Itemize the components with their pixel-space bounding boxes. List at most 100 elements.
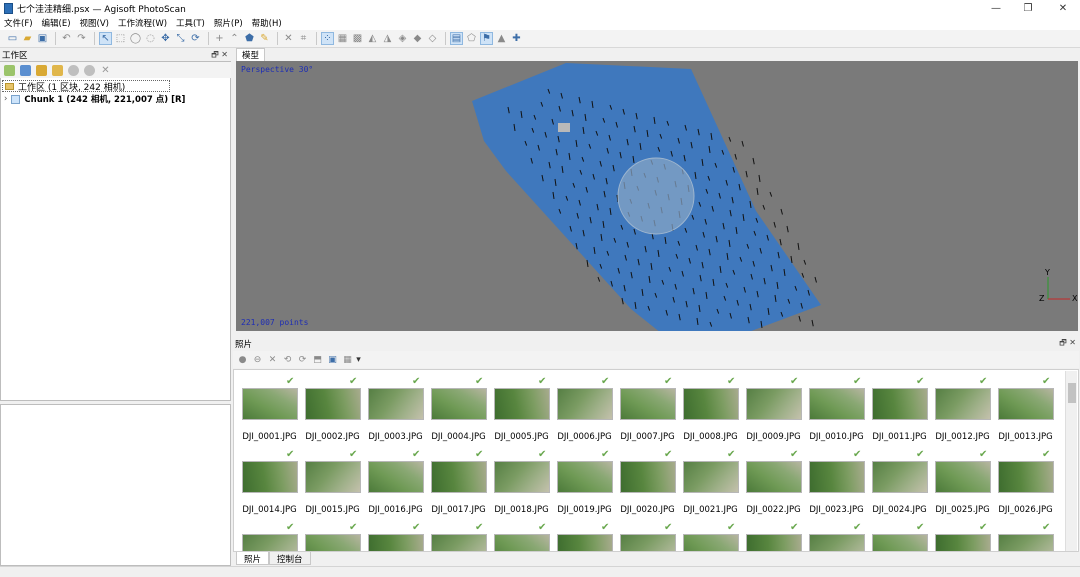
- photo-thumbnail[interactable]: [872, 461, 928, 493]
- add-chunk-icon[interactable]: [4, 64, 15, 76]
- photo-item[interactable]: ✔ DJI_0011.JPG: [868, 370, 931, 442]
- show-image-icon[interactable]: ▣: [327, 354, 338, 365]
- disable-photo-icon[interactable]: ⊖: [252, 354, 263, 365]
- free-select-icon[interactable]: ◌: [144, 32, 157, 45]
- photo-thumbnail[interactable]: [872, 534, 928, 551]
- marker-icon[interactable]: +: [213, 32, 226, 45]
- disable-icon[interactable]: [84, 64, 95, 76]
- wireframe-icon[interactable]: ◮: [381, 32, 394, 45]
- photo-item[interactable]: ✔ DJI_0012.JPG: [931, 370, 994, 442]
- menu-view[interactable]: 视图(V): [80, 17, 109, 29]
- photo-item[interactable]: ✔ DJI_0026.JPG: [994, 443, 1057, 515]
- photo-item[interactable]: ✔ DJI_0008.JPG: [679, 370, 742, 442]
- menu-photos[interactable]: 照片(P): [214, 17, 243, 29]
- open-icon[interactable]: ▰: [21, 32, 34, 45]
- remove-photo-icon[interactable]: ✕: [267, 354, 278, 365]
- photo-thumbnail[interactable]: [242, 461, 298, 493]
- photo-thumbnail[interactable]: [998, 388, 1054, 420]
- photo-item[interactable]: ✔ DJI_0004.JPG: [427, 370, 490, 442]
- remove-icon[interactable]: ✕: [100, 65, 111, 76]
- photo-thumbnail[interactable]: [557, 388, 613, 420]
- photo-thumbnail[interactable]: [494, 461, 550, 493]
- photo-thumbnail[interactable]: [683, 534, 739, 551]
- show-cameras-icon[interactable]: ▤: [450, 32, 463, 45]
- photo-item[interactable]: ✔: [805, 516, 868, 551]
- add-photos-icon[interactable]: [20, 64, 31, 76]
- undo-icon[interactable]: ↶: [60, 32, 73, 45]
- close-button[interactable]: ✕: [1046, 0, 1080, 16]
- menu-workflow[interactable]: 工作流程(W): [118, 17, 167, 29]
- photo-item[interactable]: ✔ DJI_0009.JPG: [742, 370, 805, 442]
- rectangle-select-icon[interactable]: ⬚: [114, 32, 127, 45]
- view-mode-dropdown-icon[interactable]: ▾: [353, 354, 364, 365]
- photo-thumbnail[interactable]: [368, 534, 424, 551]
- menu-edit[interactable]: 编辑(E): [42, 17, 71, 29]
- expand-chevron-icon[interactable]: ›: [4, 94, 7, 104]
- photo-thumbnail[interactable]: [557, 461, 613, 493]
- photo-item[interactable]: ✔ DJI_0018.JPG: [490, 443, 553, 515]
- photo-thumbnail[interactable]: [242, 534, 298, 551]
- photo-item[interactable]: ✔: [301, 516, 364, 551]
- photo-item[interactable]: ✔ DJI_0010.JPG: [805, 370, 868, 442]
- photo-item[interactable]: ✔: [742, 516, 805, 551]
- add-markers-icon[interactable]: [52, 64, 63, 76]
- photo-thumbnail[interactable]: [809, 388, 865, 420]
- photo-thumbnail[interactable]: [872, 388, 928, 420]
- photo-item[interactable]: ✔ DJI_0006.JPG: [553, 370, 616, 442]
- shape-icon[interactable]: ⬟: [243, 32, 256, 45]
- photo-thumbnail[interactable]: [305, 534, 361, 551]
- photo-item[interactable]: ✔ DJI_0017.JPG: [427, 443, 490, 515]
- photo-item[interactable]: ✔: [679, 516, 742, 551]
- draw-icon[interactable]: ✎: [258, 32, 271, 45]
- photo-thumbnail[interactable]: [809, 461, 865, 493]
- photo-thumbnail[interactable]: [935, 461, 991, 493]
- photo-thumbnail[interactable]: [746, 388, 802, 420]
- photo-item[interactable]: ✔ DJI_0014.JPG: [238, 443, 301, 515]
- show-markers-icon[interactable]: ⚑: [480, 32, 493, 45]
- photo-thumbnail[interactable]: [935, 534, 991, 551]
- add-folder-icon[interactable]: [36, 64, 47, 76]
- photo-item[interactable]: ✔: [553, 516, 616, 551]
- photo-item[interactable]: ✔ DJI_0023.JPG: [805, 443, 868, 515]
- tab-photos[interactable]: 照片: [236, 552, 270, 565]
- photo-thumbnail[interactable]: [305, 461, 361, 493]
- ruler-icon[interactable]: ⌃: [228, 32, 241, 45]
- menu-help[interactable]: 帮助(H): [252, 17, 282, 29]
- new-icon[interactable]: ▭: [6, 32, 19, 45]
- photo-item[interactable]: ✔ DJI_0005.JPG: [490, 370, 553, 442]
- photo-item[interactable]: ✔: [427, 516, 490, 551]
- photo-thumbnail[interactable]: [683, 388, 739, 420]
- photo-thumbnail[interactable]: [494, 534, 550, 551]
- photo-thumbnail[interactable]: [746, 534, 802, 551]
- photo-thumbnail[interactable]: [431, 461, 487, 493]
- point-cloud-icon[interactable]: ⁘: [321, 32, 334, 45]
- photo-thumbnail[interactable]: [242, 388, 298, 420]
- resize-region-icon[interactable]: ⤡: [174, 32, 187, 45]
- rotate-region-icon[interactable]: ⟳: [189, 32, 202, 45]
- navigation-icon[interactable]: ↖: [99, 32, 112, 45]
- show-shapes-icon[interactable]: ⬠: [465, 32, 478, 45]
- photo-item[interactable]: ✔ DJI_0007.JPG: [616, 370, 679, 442]
- photo-thumbnail[interactable]: [683, 461, 739, 493]
- photo-item[interactable]: ✔ DJI_0001.JPG: [238, 370, 301, 442]
- shaded-model-icon[interactable]: ▩: [351, 32, 364, 45]
- save-icon[interactable]: ▣: [36, 32, 49, 45]
- photo-item[interactable]: ✔ DJI_0025.JPG: [931, 443, 994, 515]
- dem-icon[interactable]: ◇: [426, 32, 439, 45]
- chunk-item[interactable]: › Chunk 1 (242 相机, 221,007 点) [R]: [4, 93, 185, 105]
- photo-thumbnail[interactable]: [305, 388, 361, 420]
- show-region-icon[interactable]: ▲: [495, 32, 508, 45]
- photo-item[interactable]: ✔: [364, 516, 427, 551]
- photo-thumbnail[interactable]: [368, 388, 424, 420]
- photo-item[interactable]: ✔ DJI_0024.JPG: [868, 443, 931, 515]
- menu-tools[interactable]: 工具(T): [176, 17, 205, 29]
- view-mode-icon[interactable]: ▦: [342, 354, 353, 365]
- photo-item[interactable]: ✔ DJI_0021.JPG: [679, 443, 742, 515]
- solid-model-icon[interactable]: ◭: [366, 32, 379, 45]
- photo-thumbnail[interactable]: [998, 461, 1054, 493]
- photo-item[interactable]: ✔ DJI_0015.JPG: [301, 443, 364, 515]
- photo-thumbnail[interactable]: [998, 534, 1054, 551]
- photo-thumbnail[interactable]: [935, 388, 991, 420]
- photo-item[interactable]: ✔ DJI_0016.JPG: [364, 443, 427, 515]
- photo-item[interactable]: ✔ DJI_0013.JPG: [994, 370, 1057, 442]
